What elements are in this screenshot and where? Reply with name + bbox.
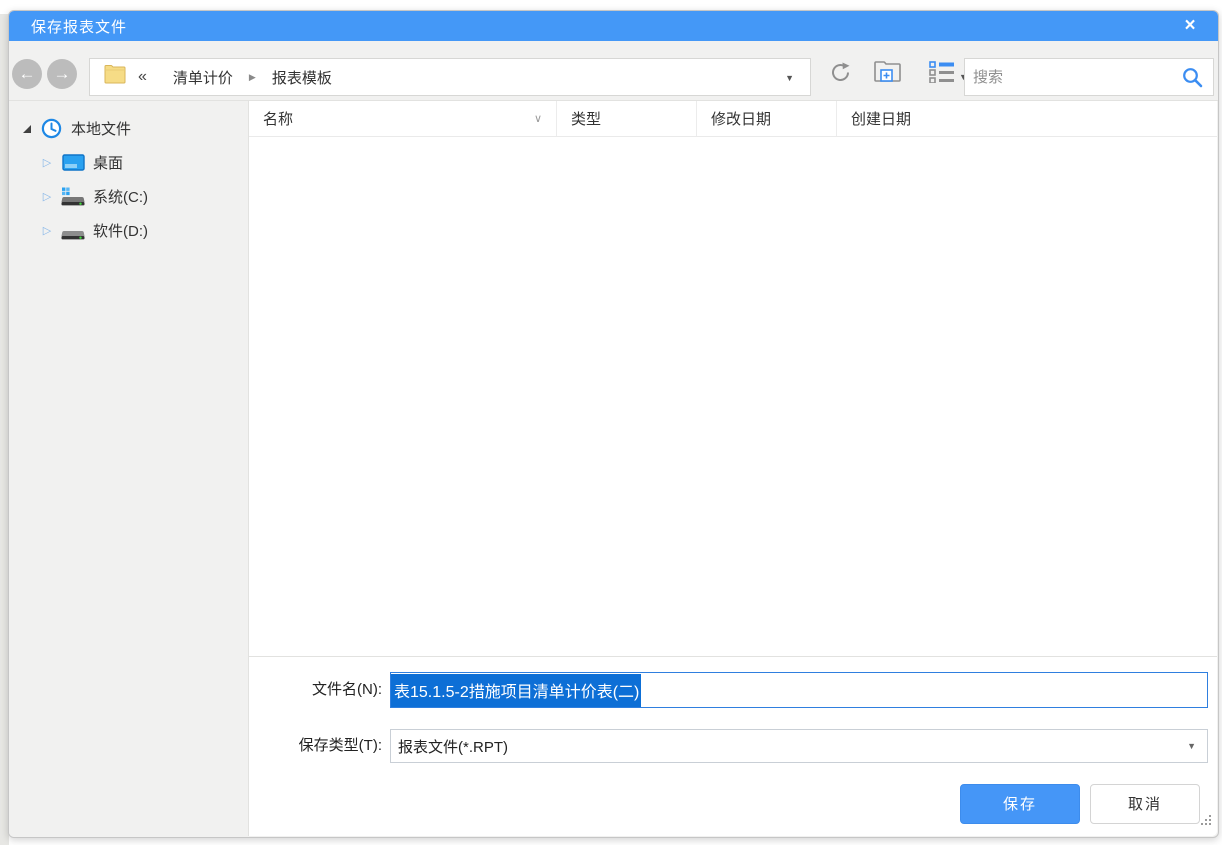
file-list-header: 名称 ∨ 类型 修改日期 创建日期 — [249, 101, 1217, 137]
save-button[interactable]: 保存 — [960, 784, 1080, 824]
search-icon[interactable] — [1182, 67, 1203, 93]
breadcrumb-overflow-icon[interactable]: « — [138, 68, 147, 86]
save-form-panel: 文件名(N): 表15.1.5-2措施项目清单计价表(二) 保存类型(T): 报… — [248, 656, 1217, 836]
save-report-dialog: 保存报表文件 × ← → « 清单计价 ▶ 报表模板 ▼ — [8, 10, 1219, 838]
column-label: 创建日期 — [851, 108, 911, 129]
column-header-name[interactable]: 名称 ∨ — [249, 101, 557, 136]
close-icon[interactable]: × — [1172, 11, 1208, 41]
expander-open-icon[interactable] — [18, 120, 32, 137]
expander-closed-icon[interactable]: ▷ — [40, 156, 54, 169]
folder-icon — [104, 65, 126, 89]
expander-closed-icon[interactable]: ▷ — [40, 190, 54, 203]
dialog-title: 保存报表文件 — [9, 16, 127, 37]
filename-selected-text: 表15.1.5-2措施项目清单计价表(二) — [391, 674, 641, 707]
tree-item-label: 软件(D:) — [93, 220, 148, 241]
new-folder-icon[interactable] — [873, 61, 903, 88]
tree-item-label: 本地文件 — [71, 118, 131, 139]
back-arrow-icon[interactable]: ← — [12, 59, 42, 89]
dialog-titlebar[interactable]: 保存报表文件 × — [9, 11, 1218, 41]
refresh-icon[interactable] — [829, 61, 852, 89]
navigation-toolbar: ← → « 清单计价 ▶ 报表模板 ▼ — [9, 41, 1218, 101]
file-list[interactable]: 名称 ∨ 类型 修改日期 创建日期 — [248, 101, 1217, 656]
filetype-value: 报表文件(*.RPT) — [398, 736, 508, 757]
forward-arrow-icon[interactable]: → — [47, 59, 77, 89]
tree-item-desktop[interactable]: ▷ 桌面 — [9, 145, 248, 179]
drive-icon — [61, 221, 85, 240]
tree-item-system-c[interactable]: ▷ 系统(C:) — [9, 179, 248, 213]
system-drive-icon — [61, 187, 85, 206]
sort-chevron-icon[interactable]: ∨ — [534, 112, 542, 125]
filetype-dropdown-icon: ▼ — [1187, 741, 1196, 751]
tree-item-software-d[interactable]: ▷ 软件(D:) — [9, 213, 248, 247]
breadcrumb-item-baobiaomoban[interactable]: 报表模板 — [272, 67, 332, 88]
folder-tree-sidebar: 本地文件 ▷ 桌面 ▷ — [9, 101, 248, 837]
filename-input[interactable]: 表15.1.5-2措施项目清单计价表(二) — [390, 672, 1208, 708]
filetype-select[interactable]: 报表文件(*.RPT) ▼ — [390, 729, 1208, 763]
breadcrumb-separator-icon: ▶ — [249, 72, 256, 83]
resize-grip[interactable] — [1199, 813, 1212, 831]
column-label: 名称 — [263, 108, 293, 129]
search-box — [964, 58, 1214, 96]
column-header-type[interactable]: 类型 — [557, 101, 697, 136]
address-dropdown-icon[interactable]: ▼ — [785, 73, 794, 83]
column-label: 修改日期 — [711, 108, 771, 129]
filename-label: 文件名(N): — [249, 672, 382, 708]
column-header-created[interactable]: 创建日期 — [837, 101, 1217, 136]
breadcrumb-item-qingdanjijia[interactable]: 清单计价 — [173, 67, 233, 88]
list-view-icon[interactable] — [929, 61, 955, 88]
address-bar[interactable]: « 清单计价 ▶ 报表模板 ▼ — [89, 58, 811, 96]
tree-item-label: 桌面 — [93, 152, 123, 173]
tree-item-local-files[interactable]: 本地文件 — [9, 111, 248, 145]
search-input[interactable] — [973, 60, 1178, 94]
desktop-icon — [61, 154, 85, 171]
expander-closed-icon[interactable]: ▷ — [40, 224, 54, 237]
column-label: 类型 — [571, 108, 601, 129]
cancel-button[interactable]: 取消 — [1090, 784, 1200, 824]
tree-item-label: 系统(C:) — [93, 186, 148, 207]
filetype-label: 保存类型(T): — [249, 729, 382, 763]
clock-icon — [39, 118, 63, 139]
column-header-modified[interactable]: 修改日期 — [697, 101, 837, 136]
